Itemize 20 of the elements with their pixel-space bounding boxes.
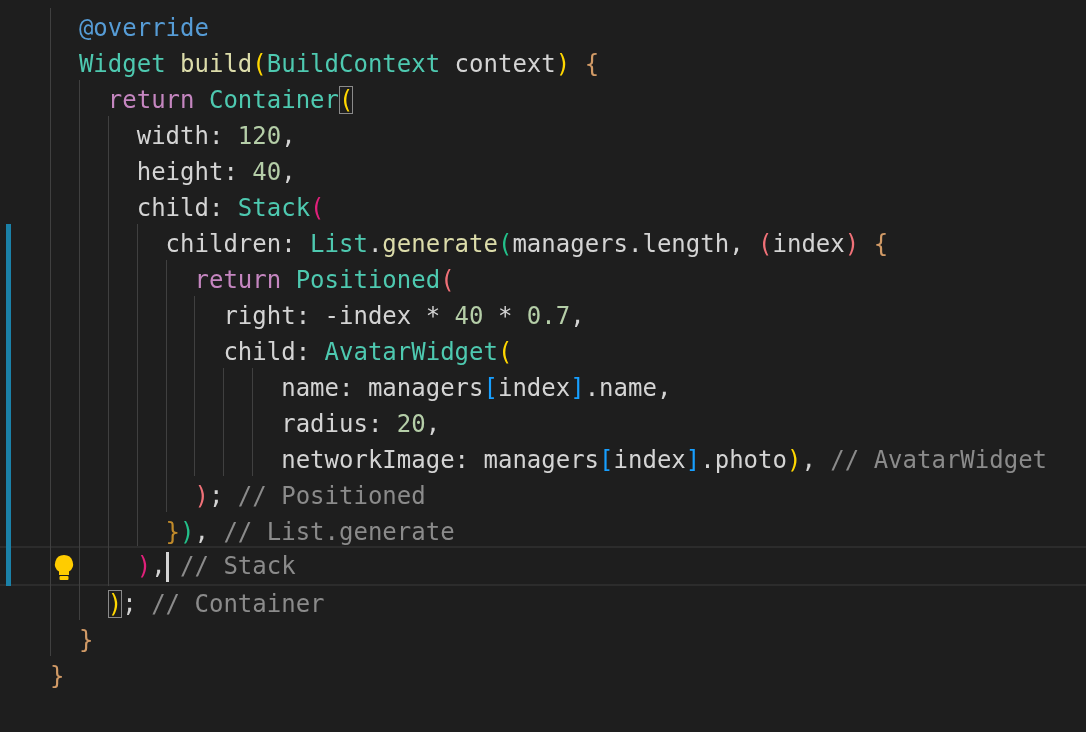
code-line: child: Stack( [136,193,325,224]
code-line: children: List.generate(managers.length, (index) { [165,229,889,260]
code-line: width: 120, [136,121,296,152]
code-line: height: 40, [136,157,296,188]
lightbulb-icon[interactable] [53,554,75,582]
code-line: ); // Container [107,589,325,620]
code-line: networkImage: managers[index].photo), // AvatarWidget [281,445,1048,476]
code-line: ), // Stack [136,551,296,584]
code-line: return Positioned( [194,265,455,296]
code-line: name: managers[index].name, [281,373,672,404]
code-line: ); // Positioned [194,481,426,512]
code-line: }), // List.generate [165,517,455,548]
code-line: Widget build(BuildContext context) { [78,49,600,80]
code-line: } [78,625,94,656]
code-line: return Container( [107,85,354,116]
code-line: radius: 20, [281,409,441,440]
code-line: child: AvatarWidget( [223,337,513,368]
code-line: @override [78,13,209,44]
code-line: } [50,661,65,692]
code-line: right: -index * 40 * 0.7, [223,301,585,332]
